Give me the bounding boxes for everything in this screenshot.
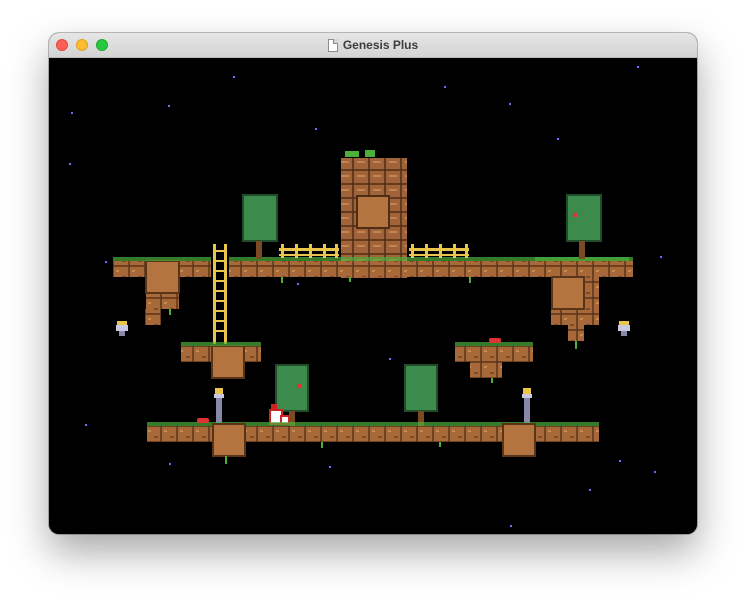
title-bar[interactable]: Genesis Plus [49, 33, 697, 58]
emulator-window: Genesis Plus [49, 33, 697, 534]
fence-right [409, 244, 469, 258]
document-icon [327, 38, 338, 52]
game-scene [69, 66, 662, 527]
fence-left [279, 244, 339, 258]
lower-platform [147, 418, 599, 457]
upper-left-island [113, 257, 211, 325]
tree-upper-right [566, 194, 602, 259]
torch-left [214, 388, 224, 426]
game-screen[interactable] [49, 58, 697, 534]
tree-lower-right [404, 364, 438, 427]
ladder [213, 244, 227, 344]
middle-left-platform [181, 342, 261, 379]
lantern-left [116, 321, 128, 336]
middle-right-platform [455, 338, 533, 378]
window-title: Genesis Plus [342, 38, 419, 52]
torch-right [522, 388, 532, 426]
tree-upper-left [242, 194, 278, 259]
lantern-right [618, 321, 630, 336]
